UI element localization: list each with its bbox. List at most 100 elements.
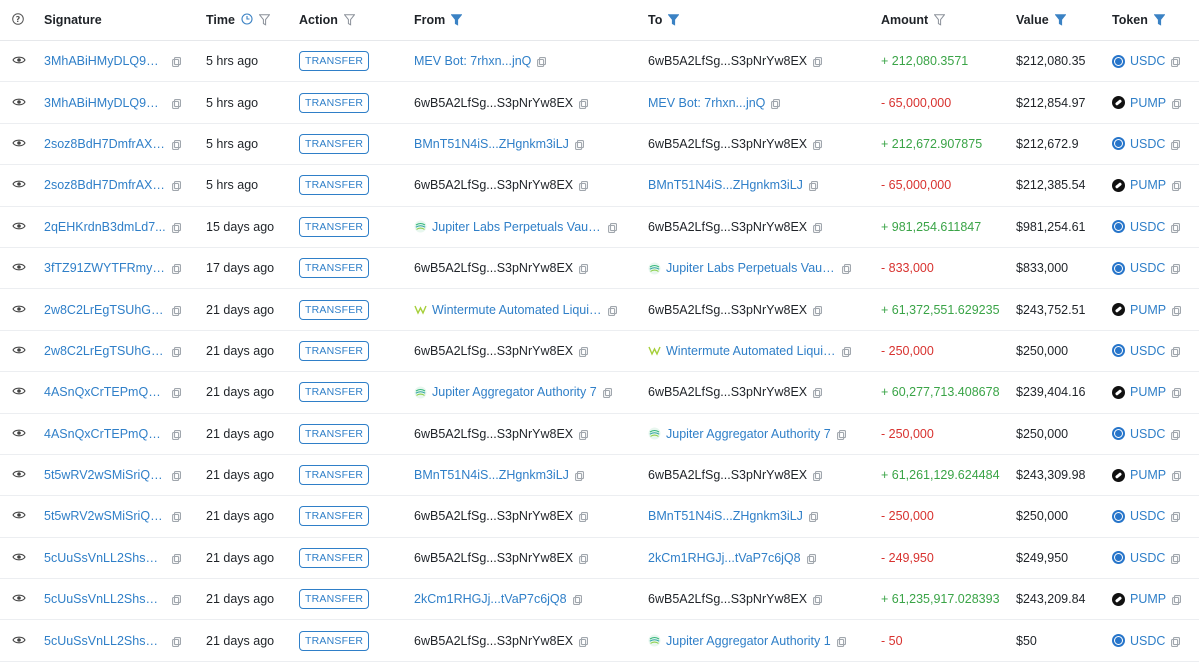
eye-icon[interactable]: [12, 303, 26, 313]
from-address[interactable]: Jupiter Aggregator Authority 7: [432, 385, 597, 399]
from-address[interactable]: BMnT51N4iS...ZHgnkm3iLJ: [414, 137, 569, 151]
copy-icon[interactable]: [172, 553, 182, 564]
eye-icon[interactable]: [12, 261, 26, 271]
copy-icon[interactable]: [1172, 594, 1182, 606]
clock-icon[interactable]: [241, 12, 253, 28]
copy-icon[interactable]: [172, 305, 182, 316]
eye-icon[interactable]: [12, 551, 26, 561]
signature-link[interactable]: 5cUuSsVnLL2ShsA2...: [44, 634, 166, 648]
token-link[interactable]: PUMP: [1112, 178, 1166, 192]
copy-icon[interactable]: [1171, 636, 1181, 647]
from-address[interactable]: Jupiter Labs Perpetuals Vault ...: [432, 220, 602, 234]
copy-icon[interactable]: [172, 346, 182, 357]
copy-icon[interactable]: [172, 263, 182, 275]
signature-link[interactable]: 4ASnQxCrTEPmQGJ...: [44, 427, 166, 441]
copy-icon[interactable]: [172, 387, 182, 399]
signature-link[interactable]: 5t5wRV2wSMiSriQ8...: [44, 468, 166, 482]
eye-icon[interactable]: [12, 96, 26, 106]
to-address[interactable]: Jupiter Aggregator Authority 7: [666, 427, 831, 441]
copy-icon[interactable]: [602, 387, 612, 399]
value-filter-icon[interactable]: [1054, 14, 1067, 26]
signature-link[interactable]: 2qEHKrdnB3dmLd7...: [44, 220, 166, 234]
from-address[interactable]: 2kCm1RHGJj...tVaP7c6jQ8: [414, 592, 567, 606]
token-link[interactable]: USDC: [1112, 427, 1165, 441]
copy-icon[interactable]: [537, 56, 547, 68]
eye-icon[interactable]: [12, 509, 26, 519]
copy-icon[interactable]: [574, 139, 584, 151]
copy-icon[interactable]: [1171, 56, 1181, 68]
copy-icon[interactable]: [579, 553, 589, 564]
copy-icon[interactable]: [813, 470, 823, 482]
copy-icon[interactable]: [608, 222, 618, 233]
token-link[interactable]: PUMP: [1112, 592, 1166, 606]
to-filter-icon[interactable]: [667, 14, 680, 26]
copy-icon[interactable]: [579, 180, 589, 192]
eye-icon[interactable]: [12, 178, 26, 188]
copy-icon[interactable]: [608, 305, 618, 316]
to-address[interactable]: 2kCm1RHGJj...tVaP7c6jQ8: [648, 551, 801, 565]
copy-icon[interactable]: [1172, 98, 1182, 109]
eye-icon[interactable]: [12, 54, 26, 64]
copy-icon[interactable]: [1172, 305, 1182, 316]
copy-icon[interactable]: [579, 98, 589, 109]
help-icon[interactable]: ?: [12, 12, 24, 28]
signature-link[interactable]: 3MhABiHMyDLQ9M1...: [44, 54, 166, 68]
signature-link[interactable]: 2w8C2LrEgTSUhG7A...: [44, 303, 166, 317]
to-address[interactable]: BMnT51N4iS...ZHgnkm3iLJ: [648, 509, 803, 523]
copy-icon[interactable]: [808, 180, 818, 192]
signature-link[interactable]: 2soz8BdH7DmfrAXf...: [44, 137, 166, 151]
signature-link[interactable]: 3MhABiHMyDLQ9M1...: [44, 96, 166, 110]
copy-icon[interactable]: [579, 263, 589, 275]
eye-icon[interactable]: [12, 427, 26, 437]
from-address[interactable]: Wintermute Automated Liquidi...: [432, 303, 602, 317]
copy-icon[interactable]: [1172, 387, 1182, 399]
token-link[interactable]: USDC: [1112, 137, 1165, 151]
copy-icon[interactable]: [813, 305, 823, 316]
copy-icon[interactable]: [813, 56, 823, 68]
copy-icon[interactable]: [813, 594, 823, 606]
eye-icon[interactable]: [12, 344, 26, 354]
token-link[interactable]: PUMP: [1112, 385, 1166, 399]
eye-icon[interactable]: [12, 137, 26, 147]
token-link[interactable]: PUMP: [1112, 303, 1166, 317]
copy-icon[interactable]: [1171, 429, 1181, 440]
copy-icon[interactable]: [572, 594, 582, 606]
token-link[interactable]: USDC: [1112, 509, 1165, 523]
copy-icon[interactable]: [1171, 346, 1181, 357]
copy-icon[interactable]: [172, 56, 182, 68]
copy-icon[interactable]: [1172, 470, 1182, 482]
eye-icon[interactable]: [12, 220, 26, 230]
copy-icon[interactable]: [172, 470, 182, 482]
token-link[interactable]: USDC: [1112, 261, 1165, 275]
signature-link[interactable]: 5cUuSsVnLL2ShsA2...: [44, 592, 166, 606]
copy-icon[interactable]: [813, 387, 823, 399]
to-address[interactable]: BMnT51N4iS...ZHgnkm3iLJ: [648, 178, 803, 192]
copy-icon[interactable]: [171, 222, 181, 233]
token-link[interactable]: USDC: [1112, 54, 1165, 68]
copy-icon[interactable]: [771, 98, 781, 109]
to-address[interactable]: MEV Bot: 7rhxn...jnQ: [648, 96, 765, 110]
signature-link[interactable]: 5cUuSsVnLL2ShsA2...: [44, 551, 166, 565]
copy-icon[interactable]: [842, 263, 852, 275]
eye-icon[interactable]: [12, 592, 26, 602]
to-address[interactable]: Jupiter Labs Perpetuals Vault ...: [666, 261, 836, 275]
copy-icon[interactable]: [1171, 139, 1181, 151]
copy-icon[interactable]: [579, 511, 589, 523]
to-address[interactable]: Wintermute Automated Liquidi...: [666, 344, 836, 358]
action-filter-icon[interactable]: [343, 14, 356, 26]
eye-icon[interactable]: [12, 634, 26, 644]
copy-icon[interactable]: [813, 222, 823, 233]
eye-icon[interactable]: [12, 468, 26, 478]
from-filter-icon[interactable]: [450, 14, 463, 26]
copy-icon[interactable]: [172, 180, 182, 192]
eye-icon[interactable]: [12, 385, 26, 395]
token-link[interactable]: USDC: [1112, 634, 1165, 648]
token-link[interactable]: USDC: [1112, 344, 1165, 358]
copy-icon[interactable]: [836, 636, 846, 647]
copy-icon[interactable]: [1171, 511, 1181, 523]
copy-icon[interactable]: [1171, 263, 1181, 275]
copy-icon[interactable]: [806, 553, 816, 564]
amount-filter-icon[interactable]: [933, 14, 946, 26]
copy-icon[interactable]: [579, 346, 589, 357]
copy-icon[interactable]: [172, 139, 182, 151]
